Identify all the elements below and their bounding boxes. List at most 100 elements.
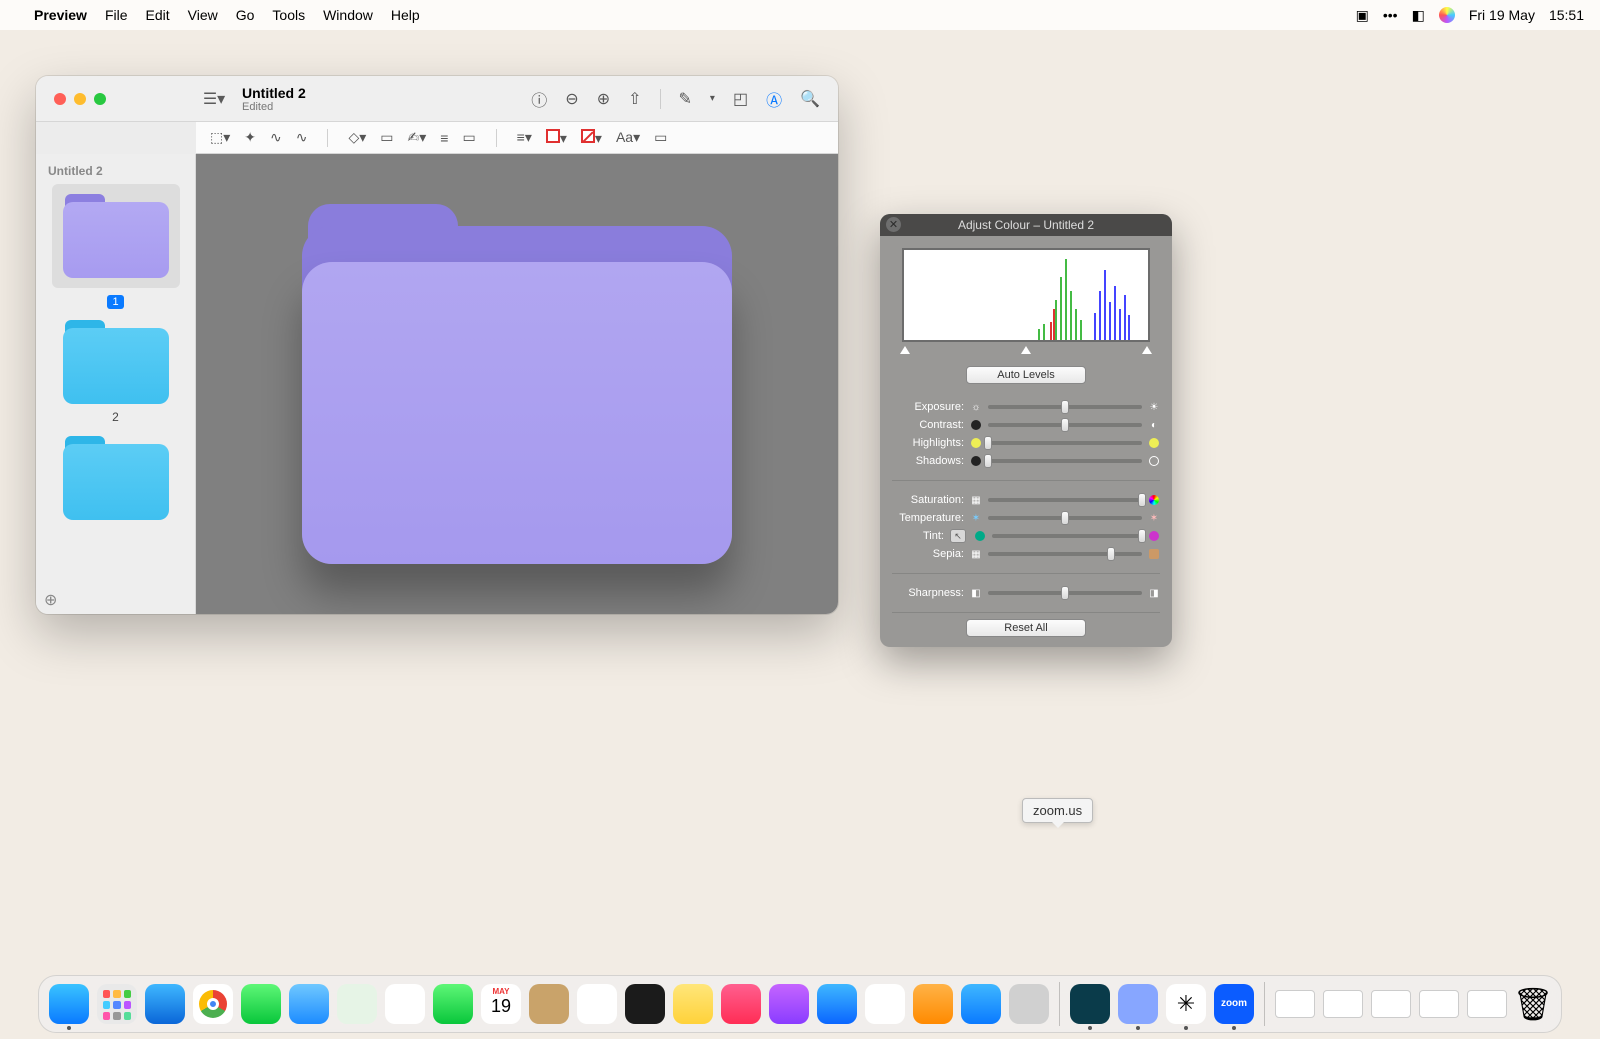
sidebar-toggle[interactable]: ☰▾ (200, 89, 228, 109)
dock-appstore[interactable] (817, 984, 857, 1024)
dock-facetime[interactable] (433, 984, 473, 1024)
sketch-icon[interactable]: ∿ (270, 129, 282, 146)
dock-settings[interactable] (1009, 984, 1049, 1024)
dock-app-a[interactable] (1070, 984, 1110, 1024)
control-center-icon[interactable]: ◧ (1412, 7, 1425, 24)
menu-help[interactable]: Help (391, 7, 420, 23)
app-menu[interactable]: Preview (34, 7, 87, 23)
highlight-icon[interactable]: ✎ (679, 89, 692, 109)
tint-picker-icon[interactable]: ↖ (950, 529, 966, 543)
markup-toggle-icon[interactable]: Ⓐ (766, 87, 782, 111)
sharpness-slider[interactable] (988, 591, 1142, 595)
menubar-date[interactable]: Fri 19 May (1469, 7, 1535, 23)
dock-minimized-window[interactable] (1323, 990, 1363, 1018)
sepia-high-icon (1148, 548, 1160, 560)
levels-white-point[interactable] (1142, 346, 1152, 354)
selection-tool-icon[interactable]: ⬚▾ (210, 129, 230, 146)
window-close[interactable] (54, 93, 66, 105)
dock-minimized-window[interactable] (1419, 990, 1459, 1018)
dock-calendar[interactable]: MAY19 (481, 984, 521, 1024)
temperature-slider[interactable] (988, 516, 1142, 520)
siri-icon[interactable] (1439, 7, 1455, 23)
thumbnail-page-1[interactable] (52, 184, 180, 288)
share-icon[interactable]: ⇧ (628, 89, 641, 109)
dock-minimized-window[interactable] (1371, 990, 1411, 1018)
close-icon[interactable]: ✕ (886, 217, 901, 232)
border-color-icon[interactable]: ▾ (546, 129, 567, 147)
rotate-icon[interactable]: ◰ (733, 89, 748, 109)
dock-chrome[interactable] (193, 984, 233, 1024)
menu-view[interactable]: View (188, 7, 218, 23)
saturation-slider[interactable] (988, 498, 1142, 502)
dock-pages[interactable] (913, 984, 953, 1024)
dock-launchpad[interactable] (97, 984, 137, 1024)
menu-edit[interactable]: Edit (146, 7, 170, 23)
titlebar[interactable]: ☰▾ Untitled 2 Edited ⓘ ⊖ ⊕ ⇧ ✎ ▾ ◰ Ⓐ 🔍 (36, 76, 838, 122)
dock-podcasts[interactable] (769, 984, 809, 1024)
document-title[interactable]: Untitled 2 (242, 85, 306, 101)
dock: MAY19 ✳︎zoom 🗑 (38, 975, 1562, 1033)
adjust-color-icon[interactable]: ≡ (440, 130, 448, 146)
dock-zoom[interactable]: zoom (1214, 984, 1254, 1024)
reset-all-button[interactable]: Reset All (966, 619, 1086, 637)
info-icon[interactable]: ⓘ (531, 87, 547, 111)
dock-messages[interactable] (241, 984, 281, 1024)
auto-levels-button[interactable]: Auto Levels (966, 366, 1086, 384)
thumbnail-page-3[interactable] (52, 436, 180, 520)
menubar-time[interactable]: 15:51 (1549, 7, 1584, 23)
dock-finder[interactable] (49, 984, 89, 1024)
text-tool-icon[interactable]: ▭ (380, 129, 393, 146)
window-zoom[interactable] (94, 93, 106, 105)
menu-extra-icon[interactable]: ▣ (1356, 7, 1369, 24)
dock-notes[interactable] (673, 984, 713, 1024)
tint-slider[interactable] (992, 534, 1142, 538)
dock-tv[interactable] (625, 984, 665, 1024)
instant-alpha-icon[interactable]: ✦ (244, 129, 256, 146)
fill-color-icon[interactable]: ▾ (581, 129, 602, 147)
adjust-title[interactable]: ✕ Adjust Colour – Untitled 2 (880, 214, 1172, 236)
zoom-out-icon[interactable]: ⊖ (565, 89, 578, 109)
thumbnail-page-2[interactable] (52, 320, 180, 404)
canvas[interactable] (196, 154, 838, 614)
dock-photos[interactable] (385, 984, 425, 1024)
dock-reminders[interactable] (577, 984, 617, 1024)
search-icon[interactable]: 🔍 (800, 89, 820, 109)
annotate-icon[interactable]: ▭ (654, 129, 667, 146)
dock-safari[interactable] (145, 984, 185, 1024)
menu-go[interactable]: Go (236, 7, 255, 23)
adjust-colour-panel[interactable]: ✕ Adjust Colour – Untitled 2 Auto Levels… (880, 214, 1172, 647)
menu-extra-icon[interactable]: ••• (1383, 7, 1398, 23)
dock-minimized-window[interactable] (1275, 990, 1315, 1018)
shadows-slider[interactable] (988, 459, 1142, 463)
dock-contacts[interactable] (529, 984, 569, 1024)
dock-music[interactable] (721, 984, 761, 1024)
levels-black-point[interactable] (900, 346, 910, 354)
adjust-size-icon[interactable]: ▭ (462, 129, 475, 146)
zoom-in-icon[interactable]: ⊕ (597, 89, 610, 109)
contrast-slider[interactable] (988, 423, 1142, 427)
dock-numbers[interactable] (865, 984, 905, 1024)
sepia-slider[interactable] (988, 552, 1142, 556)
add-page-icon[interactable]: ⊕ (44, 590, 57, 610)
dock-slack[interactable]: ✳︎ (1166, 984, 1206, 1024)
dock-minimized-window[interactable] (1467, 990, 1507, 1018)
menu-file[interactable]: File (105, 7, 128, 23)
exposure-slider[interactable] (988, 405, 1142, 409)
text-style-icon[interactable]: Aa▾ (616, 129, 640, 146)
line-style-icon[interactable]: ≡▾ (517, 129, 532, 146)
dock-mail[interactable] (289, 984, 329, 1024)
dock-preview[interactable] (1118, 984, 1158, 1024)
draw-icon[interactable]: ∿ (296, 129, 308, 146)
highlight-menu-icon[interactable]: ▾ (710, 93, 715, 104)
dock-appstore2[interactable] (961, 984, 1001, 1024)
dock-maps[interactable] (337, 984, 377, 1024)
menu-tools[interactable]: Tools (272, 7, 305, 23)
tint-low-icon (974, 530, 986, 542)
shapes-icon[interactable]: ◇▾ (348, 129, 366, 146)
sign-icon[interactable]: ✍︎▾ (408, 129, 427, 146)
dock-trash[interactable]: 🗑 (1515, 984, 1551, 1024)
highlights-slider[interactable] (988, 441, 1142, 445)
menu-window[interactable]: Window (323, 7, 373, 23)
levels-mid-point[interactable] (1021, 346, 1031, 354)
window-minimize[interactable] (74, 93, 86, 105)
